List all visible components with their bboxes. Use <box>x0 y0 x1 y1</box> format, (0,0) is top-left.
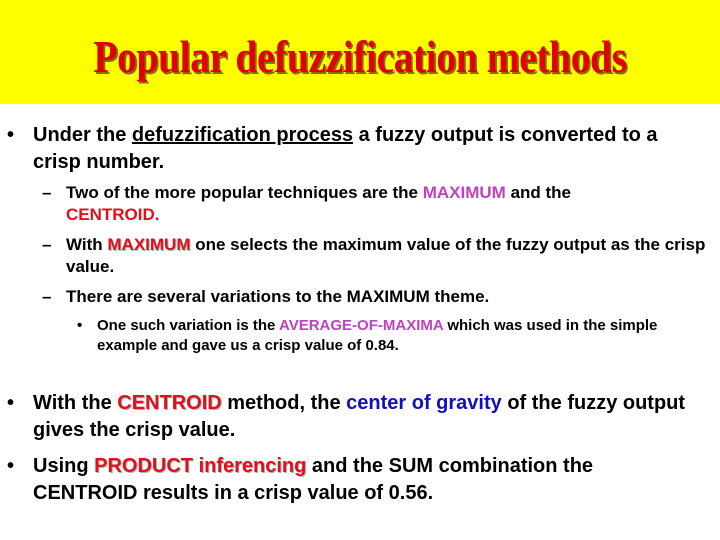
centroid-term: CENTROID <box>117 392 222 414</box>
maximum-term: MAXIMUM <box>422 183 506 202</box>
defuzzification-process-term: defuzzification process <box>131 124 354 146</box>
sub-bullet-popular-techniques: – Two of the more popular techniques are… <box>42 182 706 226</box>
centroid-term: CENTROID. <box>66 205 160 224</box>
bullet-marker: • <box>7 392 15 414</box>
bullet-product-inferencing: • Using PRODUCT inferencing and the SUM … <box>7 453 703 507</box>
text: With <box>66 235 108 254</box>
sub-bullet-maximum-method: – With MAXIMUM one selects the maximum v… <box>42 234 706 278</box>
text: There are several variations to the MAXI… <box>66 287 490 306</box>
average-of-maxima-term: AVERAGE-OF-MAXIMA <box>279 317 444 334</box>
slide-title: Popular defuzzification methods <box>93 31 627 82</box>
text: Using <box>33 455 95 477</box>
center-of-gravity-term: center of gravity <box>346 392 502 414</box>
product-inferencing-term: PRODUCT inferencing <box>94 455 307 477</box>
dash-marker: – <box>42 287 52 306</box>
sub-sub-bullet-average-of-maxima: • One such variation is the AVERAGE-OF-M… <box>77 316 707 356</box>
dash-marker: – <box>42 183 52 202</box>
title-banner: Popular defuzzification methods <box>0 0 720 104</box>
text: Two of the more popular techniques are t… <box>66 183 423 202</box>
bullet-defuzzification-process: • Under the defuzzification process a fu… <box>7 122 703 176</box>
maximum-term: MAXIMUM <box>107 235 191 254</box>
sub-bullet-variations: – There are several variations to the MA… <box>42 286 706 308</box>
bullet-marker: • <box>7 455 15 477</box>
text: method, the <box>221 392 347 414</box>
text: With the <box>33 392 118 414</box>
text: One such variation is the <box>97 317 279 334</box>
bullet-marker: • <box>77 317 83 334</box>
text: Under the <box>33 124 132 146</box>
bullet-centroid-method: • With the CENTROID method, the center o… <box>7 390 703 444</box>
dash-marker: – <box>42 235 52 254</box>
bullet-marker: • <box>7 124 15 146</box>
text: and the <box>505 183 572 202</box>
